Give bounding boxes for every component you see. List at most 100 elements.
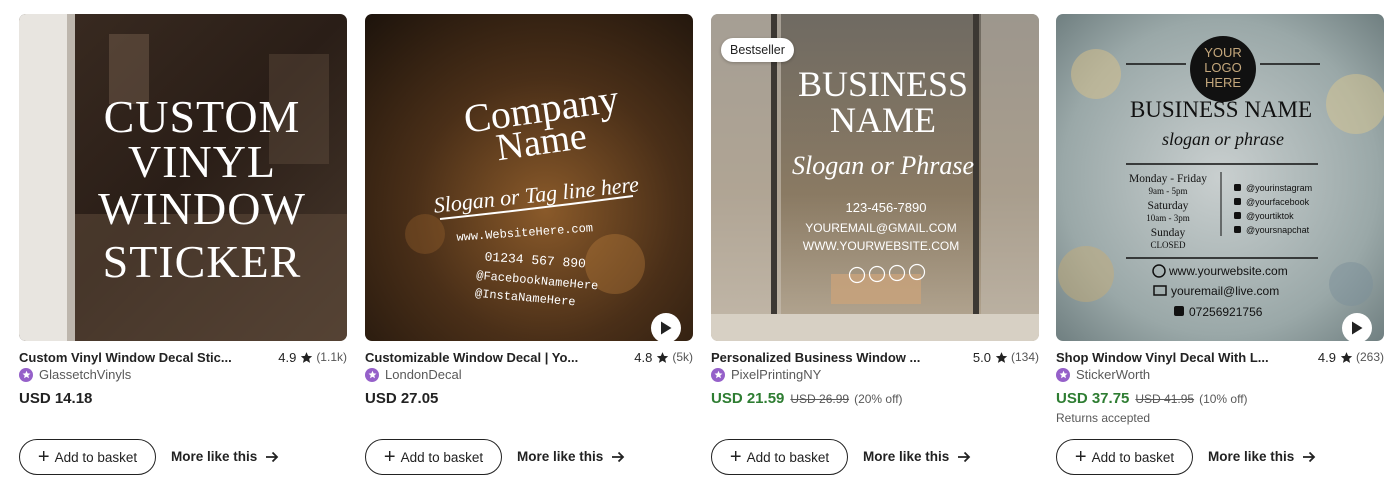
more-like-this-link[interactable]: More like this bbox=[171, 449, 279, 464]
rating-value: 4.8 bbox=[634, 349, 653, 365]
add-to-basket-button[interactable]: + Add to basket bbox=[1056, 439, 1193, 475]
arrow-right-icon bbox=[1303, 451, 1316, 462]
listing-card[interactable]: CUSTOM VINYL WINDOW STICKER Custom Vinyl… bbox=[19, 0, 347, 487]
image-text: WINDOW bbox=[98, 183, 306, 234]
listing-image[interactable]: YOUR LOGO HERE BUSINESS NAME slogan or p… bbox=[1056, 14, 1384, 341]
product-photo: Company Name Slogan or Tag line here www… bbox=[365, 14, 693, 341]
image-text: YOUREMAIL@GMAIL.COM bbox=[805, 221, 957, 235]
returns-accepted: Returns accepted bbox=[1056, 411, 1151, 425]
add-to-basket-label: Add to basket bbox=[54, 449, 138, 465]
image-text: 07256921756 bbox=[1189, 305, 1263, 319]
image-text: BUSINESS bbox=[798, 64, 968, 104]
listing-card[interactable]: BUSINESS NAME Slogan or Phrase 123-456-7… bbox=[711, 0, 1039, 487]
shop-label[interactable]: PixelPrintingNY bbox=[731, 367, 821, 382]
image-text: Monday - Friday bbox=[1129, 173, 1207, 185]
more-like-this-link[interactable]: More like this bbox=[1208, 449, 1316, 464]
listing-title[interactable]: Shop Window Vinyl Decal With L... bbox=[1056, 350, 1318, 365]
add-to-basket-button[interactable]: + Add to basket bbox=[19, 439, 156, 475]
image-text: NAME bbox=[830, 100, 936, 140]
listing-title[interactable]: Custom Vinyl Window Decal Stic... bbox=[19, 350, 278, 365]
add-to-basket-label: Add to basket bbox=[746, 449, 830, 465]
image-text: CLOSED bbox=[1150, 240, 1186, 250]
play-video-button[interactable] bbox=[651, 313, 681, 341]
discount: (20% off) bbox=[854, 392, 903, 406]
star-icon bbox=[1340, 351, 1353, 363]
price-row: USD 21.59 USD 26.99 (20% off) bbox=[711, 390, 903, 410]
play-icon bbox=[1352, 321, 1363, 335]
add-to-basket-button[interactable]: + Add to basket bbox=[711, 439, 848, 475]
star-icon bbox=[301, 351, 313, 363]
play-video-button[interactable] bbox=[1342, 313, 1372, 341]
review-count: (263) bbox=[1355, 350, 1384, 364]
sale-price: USD 37.75 bbox=[1056, 390, 1130, 407]
add-to-basket-label: Add to basket bbox=[1091, 449, 1175, 465]
star-seller-icon bbox=[1056, 367, 1070, 382]
more-like-this-label: More like this bbox=[171, 449, 258, 464]
image-text: BUSINESS NAME bbox=[1130, 97, 1312, 122]
sale-price: USD 21.59 bbox=[711, 390, 785, 407]
image-text: Sunday bbox=[1151, 227, 1186, 239]
plus-icon: + bbox=[1074, 446, 1087, 468]
listing-image[interactable]: Company Name Slogan or Tag line here www… bbox=[365, 14, 693, 341]
price: USD 27.05 bbox=[365, 390, 439, 407]
shop-label[interactable]: LondonDecal bbox=[385, 367, 462, 382]
product-photo: CUSTOM VINYL WINDOW STICKER bbox=[19, 14, 347, 341]
image-text: VINYL bbox=[128, 136, 276, 187]
listing-card[interactable]: YOUR LOGO HERE BUSINESS NAME slogan or p… bbox=[1056, 0, 1384, 487]
plus-icon: + bbox=[729, 446, 742, 468]
original-price: USD 41.95 bbox=[1135, 392, 1195, 406]
rating: 5.0 (134) bbox=[973, 350, 1039, 365]
listing-card[interactable]: Company Name Slogan or Tag line here www… bbox=[365, 0, 693, 487]
price-row: USD 37.75 USD 41.95 (10% off) bbox=[1056, 390, 1248, 410]
rating-value: 5.0 bbox=[972, 349, 991, 365]
product-photo: BUSINESS NAME Slogan or Phrase 123-456-7… bbox=[711, 14, 1039, 341]
listing-title[interactable]: Customizable Window Decal | Yo... bbox=[365, 350, 634, 365]
arrow-right-icon bbox=[266, 451, 279, 462]
add-to-basket-label: Add to basket bbox=[400, 449, 484, 465]
image-text: slogan or phrase bbox=[1162, 129, 1284, 149]
add-to-basket-button[interactable]: + Add to basket bbox=[365, 439, 502, 475]
arrow-right-icon bbox=[958, 451, 971, 462]
shop-label[interactable]: GlassetchVinyls bbox=[39, 367, 131, 382]
image-text: 10am - 3pm bbox=[1146, 213, 1190, 223]
more-like-this-link[interactable]: More like this bbox=[863, 449, 971, 464]
star-icon bbox=[995, 351, 1008, 363]
rating-value: 4.9 bbox=[278, 349, 297, 365]
image-text: 9am - 5pm bbox=[1149, 186, 1188, 196]
listing-title[interactable]: Personalized Business Window ... bbox=[711, 350, 973, 365]
image-text: STICKER bbox=[103, 236, 302, 287]
phone-icon bbox=[1174, 306, 1184, 316]
image-text: WWW.YOURWEBSITE.COM bbox=[803, 239, 959, 253]
star-seller-icon bbox=[365, 367, 379, 382]
rating: 4.8 (5k) bbox=[634, 350, 693, 365]
star-icon bbox=[657, 351, 669, 363]
product-photo: YOUR LOGO HERE BUSINESS NAME slogan or p… bbox=[1056, 14, 1384, 341]
star-seller-icon bbox=[19, 367, 33, 382]
arrow-right-icon bbox=[612, 451, 625, 462]
listing-image[interactable]: BUSINESS NAME Slogan or Phrase 123-456-7… bbox=[711, 14, 1039, 341]
more-like-this-label: More like this bbox=[517, 449, 604, 464]
image-text: @yourfacebook bbox=[1246, 197, 1310, 207]
play-icon bbox=[661, 321, 672, 335]
discount: (10% off) bbox=[1199, 392, 1248, 406]
shop-name[interactable]: GlassetchVinyls bbox=[19, 366, 131, 383]
plus-icon: + bbox=[383, 446, 396, 468]
bestseller-badge: Bestseller bbox=[721, 38, 794, 62]
image-text: YOUR bbox=[1204, 45, 1242, 60]
image-text: CUSTOM bbox=[104, 91, 301, 142]
more-like-this-label: More like this bbox=[1208, 449, 1295, 464]
image-text: 123-456-7890 bbox=[846, 200, 927, 215]
review-count: (134) bbox=[1010, 350, 1039, 364]
listing-image[interactable]: CUSTOM VINYL WINDOW STICKER bbox=[19, 14, 347, 341]
image-text: www.yourwebsite.com bbox=[1168, 264, 1288, 278]
shop-name[interactable]: LondonDecal bbox=[365, 366, 462, 383]
shop-name[interactable]: PixelPrintingNY bbox=[711, 366, 821, 383]
more-like-this-link[interactable]: More like this bbox=[517, 449, 625, 464]
image-text: HERE bbox=[1205, 75, 1241, 90]
plus-icon: + bbox=[37, 446, 50, 468]
image-text: @yourtiktok bbox=[1246, 211, 1294, 221]
shop-label[interactable]: StickerWorth bbox=[1076, 367, 1150, 382]
shop-name[interactable]: StickerWorth bbox=[1056, 366, 1150, 383]
image-text: Saturday bbox=[1148, 200, 1189, 212]
image-text: @yourinstagram bbox=[1246, 183, 1312, 193]
